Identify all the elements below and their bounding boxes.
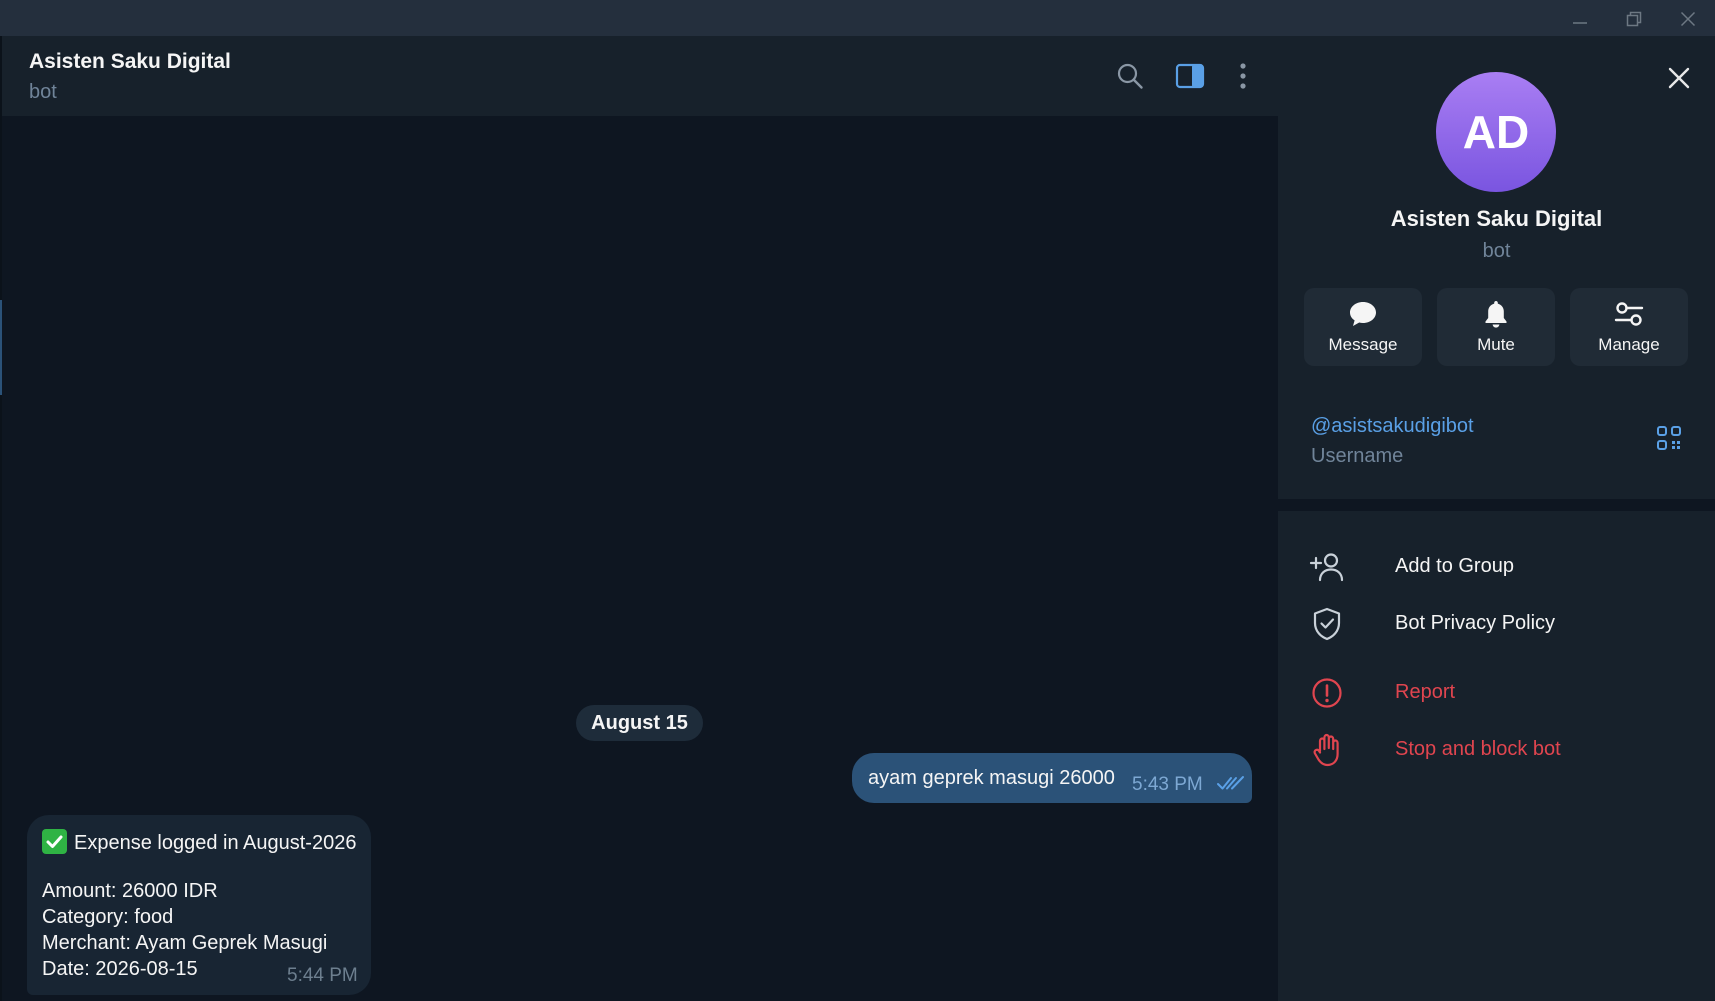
username-row[interactable]: @asistsakudigibot Username xyxy=(1278,389,1715,499)
minimize-icon xyxy=(1573,22,1587,24)
minimize-button[interactable] xyxy=(1557,4,1603,34)
chat-list-edge xyxy=(0,300,2,395)
message-time: 5:44 PM xyxy=(287,965,358,986)
profile-header: AD Asisten Saku Digital bot Message Mute… xyxy=(1278,36,1715,389)
mute-button[interactable]: Mute xyxy=(1437,288,1555,366)
message-button[interactable]: Message xyxy=(1304,288,1422,366)
avatar[interactable]: AD xyxy=(1436,72,1556,192)
message-line: Amount: 26000 IDR xyxy=(42,880,218,902)
message-text: ayam geprek masugi 26000 xyxy=(868,767,1115,789)
close-icon xyxy=(1668,67,1690,89)
more-vertical-icon xyxy=(1240,63,1246,89)
hand-stop-icon xyxy=(1308,731,1346,769)
qr-code-button[interactable] xyxy=(1652,421,1686,455)
chat-status: bot xyxy=(29,81,57,103)
bot-privacy-policy-item[interactable]: Bot Privacy Policy xyxy=(1278,597,1715,651)
action-label: Manage xyxy=(1598,335,1660,354)
search-icon xyxy=(1117,63,1143,89)
double-check-icon xyxy=(1217,776,1244,790)
bell-icon xyxy=(1437,299,1555,329)
stop-and-block-bot-item[interactable]: Stop and block bot xyxy=(1278,723,1715,777)
window-titlebar xyxy=(0,0,1715,36)
message-time: 5:43 PM xyxy=(1132,774,1203,795)
alert-circle-icon xyxy=(1308,674,1346,712)
username-label: Username xyxy=(1311,445,1404,467)
restore-icon xyxy=(1626,11,1642,27)
message-line: Date: 2026-08-15 xyxy=(42,958,198,980)
search-button[interactable] xyxy=(1110,56,1150,96)
sliders-icon xyxy=(1570,299,1688,329)
side-panel-icon xyxy=(1175,63,1205,89)
username-value[interactable]: @asistsakudigibot xyxy=(1311,415,1474,438)
menu-label: Add to Group xyxy=(1395,555,1514,577)
chat-title[interactable]: Asisten Saku Digital xyxy=(29,50,231,74)
manage-button[interactable]: Manage xyxy=(1570,288,1688,366)
window-close-button[interactable] xyxy=(1665,4,1711,34)
outgoing-message[interactable]: ayam geprek masugi 26000 5:43 PM xyxy=(852,753,1252,803)
add-to-group-item[interactable]: Add to Group xyxy=(1278,540,1715,594)
message-line: Expense logged in August-2026 xyxy=(42,829,356,855)
restore-button[interactable] xyxy=(1611,4,1657,34)
shield-check-icon xyxy=(1308,605,1346,643)
close-panel-button[interactable] xyxy=(1659,58,1699,98)
action-label: Mute xyxy=(1477,335,1515,354)
toggle-side-panel-button[interactable] xyxy=(1170,56,1210,96)
more-options-button[interactable] xyxy=(1223,56,1263,96)
menu-label: Bot Privacy Policy xyxy=(1395,612,1556,634)
profile-side-panel: AD Asisten Saku Digital bot Message Mute… xyxy=(1278,36,1715,1001)
profile-menu: Add to Group Bot Privacy Policy Report S… xyxy=(1278,511,1715,1001)
message-line: Merchant: Ayam Geprek Masugi xyxy=(42,932,328,954)
date-separator: August 15 xyxy=(576,705,703,741)
check-mark-button-icon xyxy=(42,829,67,854)
report-item[interactable]: Report xyxy=(1278,666,1715,720)
close-icon xyxy=(1680,11,1696,27)
incoming-message[interactable]: Expense logged in August-2026 Amount: 26… xyxy=(27,815,371,995)
profile-name: Asisten Saku Digital xyxy=(1390,206,1603,231)
chat-header[interactable]: Asisten Saku Digital bot xyxy=(0,36,1278,116)
qr-code-icon xyxy=(1657,426,1681,450)
profile-status: bot xyxy=(1482,240,1511,262)
message-line-text: Expense logged in August-2026 xyxy=(74,832,357,854)
menu-label: Report xyxy=(1395,681,1456,703)
add-user-icon xyxy=(1308,548,1346,586)
chat-bubble-icon xyxy=(1304,299,1422,329)
message-line: Category: food xyxy=(42,906,174,928)
section-divider xyxy=(1278,499,1715,511)
menu-label: Stop and block bot xyxy=(1395,738,1561,760)
action-label: Message xyxy=(1328,335,1398,354)
